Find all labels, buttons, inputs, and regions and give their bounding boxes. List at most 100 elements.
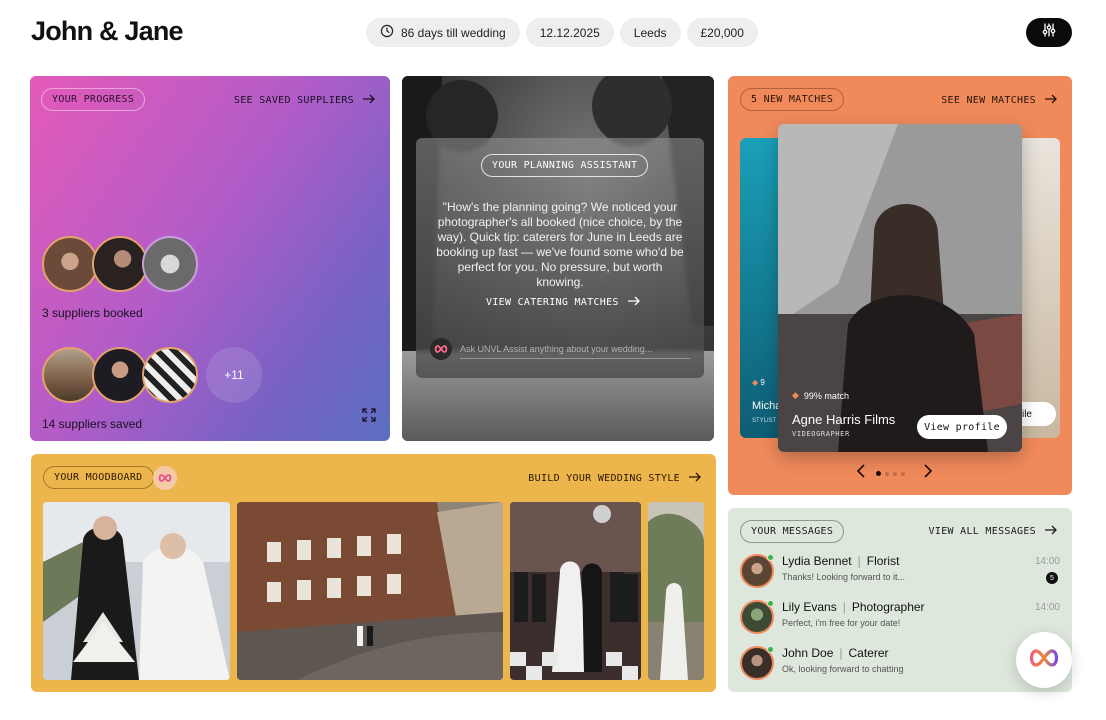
- assistant-fab-button[interactable]: [1016, 632, 1072, 688]
- moodboard-photo-street[interactable]: [237, 502, 503, 680]
- view-all-messages-link[interactable]: VIEW ALL MESSAGES: [929, 525, 1058, 538]
- see-saved-suppliers-label: SEE SAVED SUPPLIERS: [233, 95, 354, 106]
- moodboard-photo-garden[interactable]: [648, 502, 704, 680]
- header: John & Jane 86 days till wedding 12.12.2…: [0, 0, 1106, 66]
- view-all-messages-label: VIEW ALL MESSAGES: [928, 526, 1036, 537]
- online-indicator: [767, 600, 774, 607]
- see-new-matches-label: SEE NEW MATCHES: [941, 95, 1036, 106]
- sender-name: Lydia Bennet: [782, 554, 852, 568]
- carousel-dot[interactable]: [876, 471, 881, 476]
- ask-assistant-row: [430, 338, 690, 360]
- countdown-chip[interactable]: 86 days till wedding: [366, 18, 520, 47]
- message-time: 14:00: [1034, 556, 1060, 567]
- carousel-dots: [876, 471, 905, 476]
- brand-logo-icon: [430, 338, 452, 360]
- assistant-pill: YOUR PLANNING ASSISTANT: [481, 154, 649, 177]
- match-percent-value: 99% match: [803, 390, 849, 401]
- message-sender: Lydia Bennet | Florist: [782, 554, 900, 568]
- arrow-right-icon: [1044, 94, 1058, 107]
- match-percent-value: 9: [760, 378, 765, 387]
- build-wedding-style-link[interactable]: BUILD YOUR WEDDING STYLE: [528, 472, 702, 485]
- match-name: Agne Harris Films: [792, 412, 896, 427]
- sender-role: Florist: [866, 554, 900, 568]
- booked-suppliers-avatars: [42, 236, 198, 292]
- progress-card: YOUR PROGRESS SEE SAVED SUPPLIERS 3 supp…: [30, 76, 390, 441]
- moodboard-pill: YOUR MOODBOARD: [43, 466, 154, 489]
- saved-suppliers-avatars: +11: [42, 347, 262, 403]
- brand-logo-icon: [1029, 648, 1059, 673]
- avatar[interactable]: [42, 236, 98, 292]
- view-catering-matches-label: VIEW CATERING MATCHES: [486, 297, 619, 308]
- view-profile-button[interactable]: View profile: [917, 415, 1007, 439]
- sender-name: Lily Evans: [782, 600, 837, 614]
- location-chip[interactable]: Leeds: [619, 18, 681, 47]
- sender-role: Caterer: [848, 646, 889, 660]
- unread-badge: 5: [1046, 572, 1058, 584]
- match-card-current[interactable]: ◆ 99% match Agne Harris Films VIDEOGRAPH…: [778, 124, 1022, 452]
- chevron-left-icon[interactable]: [856, 464, 866, 483]
- message-sender: John Doe | Caterer: [782, 646, 889, 660]
- message-item[interactable]: John Doe | Caterer Ok, looking forward to …: [740, 644, 1060, 684]
- diamond-icon: ◆: [792, 390, 799, 400]
- carousel-dot[interactable]: [885, 471, 889, 476]
- new-matches-pill: 5 NEW MATCHES: [740, 88, 845, 111]
- carousel-dot[interactable]: [901, 471, 905, 476]
- match-card-next[interactable]: ile: [1018, 138, 1060, 438]
- avatar[interactable]: [42, 347, 98, 403]
- new-matches-card: 5 NEW MATCHES SEE NEW MATCHES ◆ 9 Micha …: [728, 76, 1072, 495]
- avatar[interactable]: [142, 347, 198, 403]
- assistant-message: "How's the planning going? We noticed yo…: [436, 200, 684, 289]
- timer-icon: [380, 24, 394, 41]
- avatar[interactable]: [92, 347, 148, 403]
- chevron-right-icon[interactable]: [923, 464, 933, 483]
- match-percent: ◆ 9: [752, 378, 765, 387]
- message-preview: Ok, looking forward to chatting: [782, 664, 904, 674]
- saved-caption: 14 suppliers saved: [42, 417, 143, 431]
- arrow-right-icon: [688, 472, 702, 485]
- message-preview: Perfect, i'm free for your date!: [782, 618, 901, 628]
- moodboard-card: YOUR MOODBOARD BUILD YOUR WEDDING STYLE: [31, 454, 716, 692]
- sliders-icon: [1041, 23, 1057, 42]
- sender-role: Photographer: [851, 600, 925, 614]
- see-saved-suppliers-link[interactable]: SEE SAVED SUPPLIERS: [234, 94, 376, 107]
- countdown-label: 86 days till wedding: [401, 25, 506, 40]
- match-name: Micha: [752, 400, 782, 412]
- arrow-right-icon: [627, 296, 641, 309]
- arrow-right-icon: [362, 94, 376, 107]
- message-item[interactable]: Lydia Bennet | Florist Thanks! Looking for…: [740, 552, 1060, 592]
- carousel-nav: [856, 464, 933, 483]
- view-catering-matches-link[interactable]: VIEW CATERING MATCHES: [486, 296, 641, 309]
- match-percent: ◆ 99% match: [792, 390, 849, 401]
- arrow-right-icon: [1044, 525, 1058, 538]
- match-role: STYLIST: [752, 418, 777, 424]
- online-indicator: [767, 646, 774, 653]
- messages-pill: YOUR MESSAGES: [740, 520, 845, 543]
- moodboard-photo-dance[interactable]: [510, 502, 641, 680]
- message-time: 14:00: [1034, 602, 1060, 613]
- filter-button[interactable]: [1026, 18, 1072, 47]
- page-title: John & Jane: [31, 16, 184, 46]
- booked-caption: 3 suppliers booked: [42, 306, 143, 320]
- message-item[interactable]: Lily Evans | Photographer Perfect, i'm fre…: [740, 598, 1060, 638]
- brand-logo-icon[interactable]: [153, 466, 177, 490]
- avatar[interactable]: [142, 236, 198, 292]
- diamond-icon: ◆: [752, 378, 759, 387]
- more-suppliers-count[interactable]: +11: [206, 347, 262, 403]
- date-chip[interactable]: 12.12.2025: [525, 18, 614, 47]
- assistant-panel: YOUR PLANNING ASSISTANT "How's the plann…: [416, 138, 704, 378]
- planning-assistant-card: YOUR PLANNING ASSISTANT "How's the plann…: [402, 76, 714, 441]
- view-profile-button[interactable]: ile: [1018, 402, 1056, 426]
- budget-chip[interactable]: £20,000: [686, 18, 758, 47]
- sender-name: John Doe: [782, 646, 834, 660]
- expand-icon[interactable]: [362, 408, 376, 427]
- see-new-matches-link[interactable]: SEE NEW MATCHES: [941, 94, 1058, 107]
- online-indicator: [767, 554, 774, 561]
- videographer-photo: [778, 124, 1022, 452]
- ask-assistant-input[interactable]: [460, 339, 690, 359]
- build-wedding-style-label: BUILD YOUR WEDDING STYLE: [528, 473, 680, 484]
- match-role: VIDEOGRAPHER: [792, 430, 850, 438]
- avatar[interactable]: [92, 236, 148, 292]
- moodboard-photo-couple[interactable]: [43, 502, 230, 680]
- carousel-dot[interactable]: [893, 471, 897, 476]
- wedding-info-chips: 86 days till wedding 12.12.2025 Leeds £2…: [366, 18, 758, 47]
